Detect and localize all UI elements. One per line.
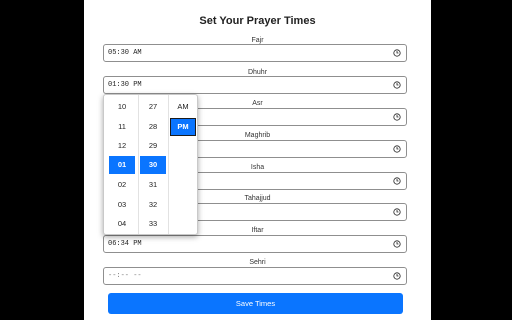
clock-icon[interactable] [393, 177, 401, 185]
minute-option[interactable]: 33 [140, 215, 166, 233]
iftar-time-input[interactable]: 06:34 PM [103, 235, 407, 253]
clock-icon[interactable] [393, 81, 401, 89]
minute-column[interactable]: 27 28 29 30 31 32 33 [138, 95, 167, 234]
sehri-time-input[interactable]: --:-- -- [103, 267, 407, 285]
am-option[interactable]: AM [170, 98, 196, 116]
time-picker-popup: 10 11 12 01 02 03 04 27 28 29 30 31 32 3… [103, 94, 198, 235]
minute-option[interactable]: 32 [140, 196, 166, 214]
sehri-label: Sehri [249, 259, 266, 266]
minute-option[interactable]: 31 [140, 176, 166, 194]
hour-option[interactable]: 04 [109, 215, 135, 233]
hour-option[interactable]: 12 [109, 137, 135, 155]
fajr-time-input[interactable]: 05:30 AM [103, 44, 407, 62]
clock-icon[interactable] [393, 208, 401, 216]
hour-option-selected[interactable]: 01 [109, 156, 135, 174]
clock-icon[interactable] [393, 240, 401, 248]
clock-icon[interactable] [393, 113, 401, 121]
hour-option[interactable]: 02 [109, 176, 135, 194]
clock-icon[interactable] [393, 145, 401, 153]
clock-icon[interactable] [393, 49, 401, 57]
hour-option[interactable]: 11 [109, 118, 135, 136]
clock-icon[interactable] [393, 272, 401, 280]
fajr-time-value: 05:30 AM [108, 49, 142, 57]
sehri-time-value: --:-- -- [108, 272, 142, 280]
hour-option[interactable]: 03 [109, 196, 135, 214]
pm-option-selected[interactable]: PM [170, 118, 196, 136]
minute-option[interactable]: 27 [140, 98, 166, 116]
iftar-time-value: 06:34 PM [108, 240, 142, 248]
ampm-column[interactable]: AM PM [168, 95, 197, 234]
minute-option-selected[interactable]: 30 [140, 156, 166, 174]
save-times-button[interactable]: Save Times [108, 293, 403, 314]
dhuhr-time-input[interactable]: 01:30 PM [103, 76, 407, 94]
minute-option[interactable]: 28 [140, 118, 166, 136]
page-title: Set Your Prayer Times [199, 15, 316, 27]
dhuhr-time-value: 01:30 PM [108, 81, 142, 89]
minute-option[interactable]: 29 [140, 137, 166, 155]
hour-option[interactable]: 10 [109, 98, 135, 116]
